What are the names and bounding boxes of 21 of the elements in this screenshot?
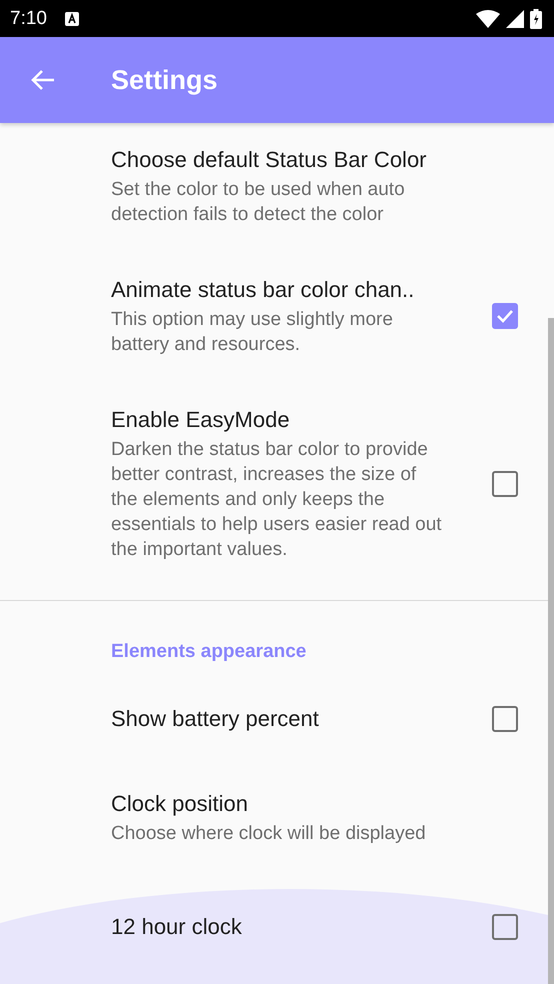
setting-title[interactable]: Show battery percent bbox=[111, 704, 474, 734]
wifi-icon bbox=[476, 10, 500, 28]
checkbox[interactable] bbox=[492, 303, 518, 329]
setting-title[interactable]: Enable EasyMode bbox=[111, 405, 474, 435]
setting-title[interactable]: Choose default Status Bar Color bbox=[111, 145, 474, 175]
battery-icon bbox=[530, 8, 542, 28]
setting-summary: This option may use slightly more battery and resources. bbox=[111, 308, 394, 357]
status-time: 7:10 bbox=[10, 8, 47, 30]
signal-icon bbox=[506, 10, 524, 28]
back-arrow-icon bbox=[30, 68, 56, 92]
category-heading: Elements appearance bbox=[111, 641, 306, 662]
checkbox[interactable] bbox=[492, 470, 518, 496]
setting-summary: Darken the status bar color to provide better contrast, increases the size of the elements and only keeps the essentials to help users easier read out the important values. bbox=[111, 438, 443, 562]
setting-title[interactable]: Clock position bbox=[111, 789, 474, 819]
notification-icon bbox=[64, 12, 79, 26]
setting-title[interactable]: Animate status bar color chan.. bbox=[111, 275, 474, 305]
checkbox[interactable] bbox=[492, 706, 518, 732]
checkbox[interactable] bbox=[492, 914, 518, 940]
setting-summary: Set the color to be used when auto detection fails to detect the color bbox=[111, 178, 406, 227]
screen-title: Settings bbox=[111, 64, 218, 96]
setting-summary: Choose where clock will be displayed bbox=[111, 822, 427, 846]
